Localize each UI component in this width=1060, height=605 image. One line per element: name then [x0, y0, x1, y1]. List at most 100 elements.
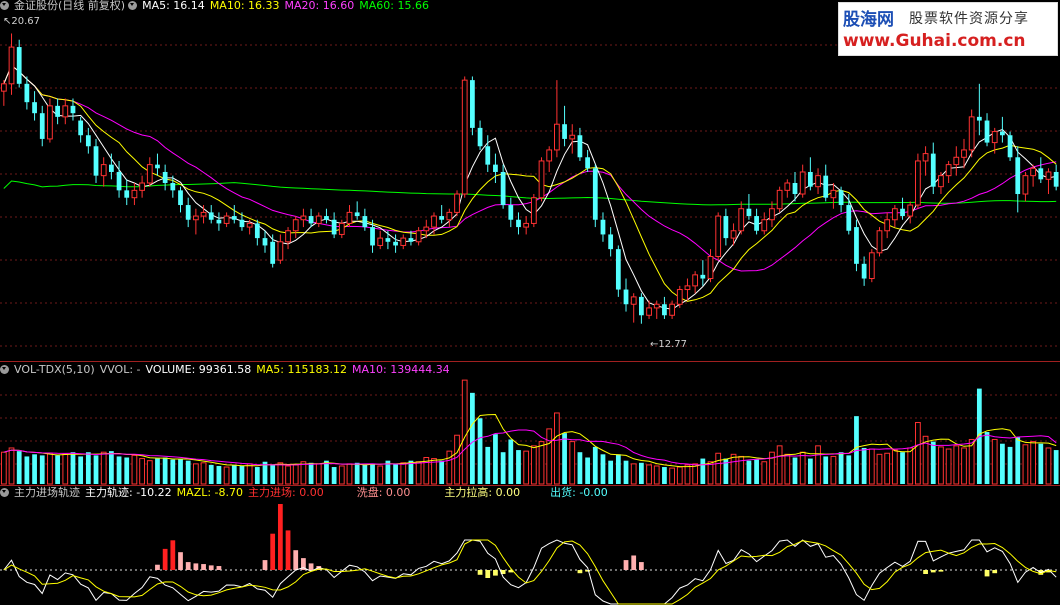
stock-chart[interactable]: [0, 0, 1060, 605]
candle: [8, 33, 15, 95]
candle-body: [16, 47, 22, 84]
candle: [662, 296, 667, 319]
volume-bar: [55, 455, 60, 484]
panel-menu-icon[interactable]: [0, 1, 9, 10]
candle-body: [431, 215, 437, 228]
logo-slogan: 股票软件资源分享: [909, 11, 1029, 27]
candle: [761, 212, 768, 235]
candle-body: [854, 227, 859, 264]
candle-body: [446, 211, 453, 221]
candle-body: [124, 190, 130, 198]
enter-bar: [262, 560, 268, 570]
volume-bar: [47, 452, 53, 485]
candle-body: [354, 212, 360, 217]
candle: [754, 208, 759, 235]
volume-bar: [124, 457, 130, 484]
candle-body: [231, 216, 237, 220]
volume-bar: [523, 450, 530, 485]
min-price-label: ←12.77: [650, 339, 688, 350]
candle: [454, 190, 460, 217]
candle: [876, 227, 883, 257]
candle-body: [961, 149, 967, 158]
volume-bar: [784, 453, 791, 485]
candle-body: [915, 160, 921, 206]
candle-body: [454, 193, 460, 213]
candle: [730, 223, 737, 246]
candle-body: [200, 211, 207, 217]
logo-name: 股海网: [843, 10, 894, 30]
enter-bar: [277, 504, 283, 570]
candle: [100, 157, 107, 187]
volume-bar: [761, 461, 768, 485]
volume-bar: [546, 428, 553, 485]
volume-bar: [85, 452, 91, 484]
volume-bar: [876, 453, 883, 485]
candle: [178, 186, 183, 213]
candle-body: [577, 135, 583, 158]
candle: [938, 171, 944, 195]
candle-body: [630, 296, 637, 305]
candle-body: [592, 168, 598, 220]
candle: [592, 164, 598, 228]
candle: [516, 212, 521, 235]
pull-value: 主力拉高: 0.00: [444, 486, 521, 499]
candle-body: [799, 171, 806, 195]
exit-bar: [477, 570, 483, 575]
candle: [707, 249, 714, 283]
candle: [638, 293, 644, 324]
volume-bar: [1038, 443, 1044, 484]
volume-bar: [646, 464, 652, 485]
volume-bar: [623, 460, 629, 484]
candle: [830, 183, 837, 209]
volume-ma10-line: [3, 429, 1057, 466]
exit-value: 出货: -0.00: [550, 486, 608, 499]
candle: [24, 76, 30, 110]
volume-bar: [370, 463, 375, 484]
candle-body: [70, 105, 76, 114]
candle: [393, 234, 398, 253]
volume-bar: [730, 453, 737, 485]
candle: [223, 212, 230, 228]
candle-body: [976, 116, 982, 121]
ma5-line: [3, 64, 1057, 310]
volume-bar: [116, 456, 122, 484]
candle-body: [562, 124, 567, 139]
volume-bar: [192, 463, 199, 485]
volume-menu-icon[interactable]: [0, 365, 9, 374]
enter-bar: [308, 563, 314, 570]
guhai-logo: 股海网 股票软件资源分享 www.Guhai.com.cn: [838, 2, 1058, 56]
candle-body: [477, 127, 483, 147]
candle: [346, 205, 353, 228]
candle-body: [707, 255, 714, 280]
candle: [769, 201, 775, 228]
candle: [308, 208, 314, 228]
volume-bar: [139, 458, 145, 485]
candle: [331, 212, 337, 239]
candle: [139, 175, 145, 198]
indicator-panel-header: 主力进场轨迹 主力轨迹: -10.22 MAZL: -8.70 主力进场: 0.00 洗…: [0, 486, 613, 500]
ma-menu-icon[interactable]: [128, 1, 138, 10]
volume-bar: [285, 465, 291, 485]
stock-title: 金证股份(日线 前复权): [14, 0, 126, 12]
volume-bar: [8, 447, 15, 485]
candle-body: [415, 230, 422, 243]
candle-body: [1053, 171, 1059, 187]
candle: [891, 205, 898, 228]
indicator-menu-icon[interactable]: [0, 488, 9, 497]
volume-bar: [146, 460, 153, 485]
candle: [78, 116, 84, 143]
candle-body: [254, 223, 260, 239]
volume-bar: [315, 463, 322, 485]
candle: [723, 208, 729, 246]
candle-body: [746, 208, 752, 217]
candle: [715, 212, 722, 261]
candle-body: [684, 285, 691, 291]
candle-body: [585, 157, 590, 169]
candle-body: [523, 222, 530, 228]
volume-bar: [630, 463, 637, 485]
candle-body: [569, 134, 576, 140]
candle: [530, 194, 537, 228]
candle: [62, 98, 69, 125]
candle: [815, 168, 821, 195]
candle-body: [315, 215, 322, 224]
